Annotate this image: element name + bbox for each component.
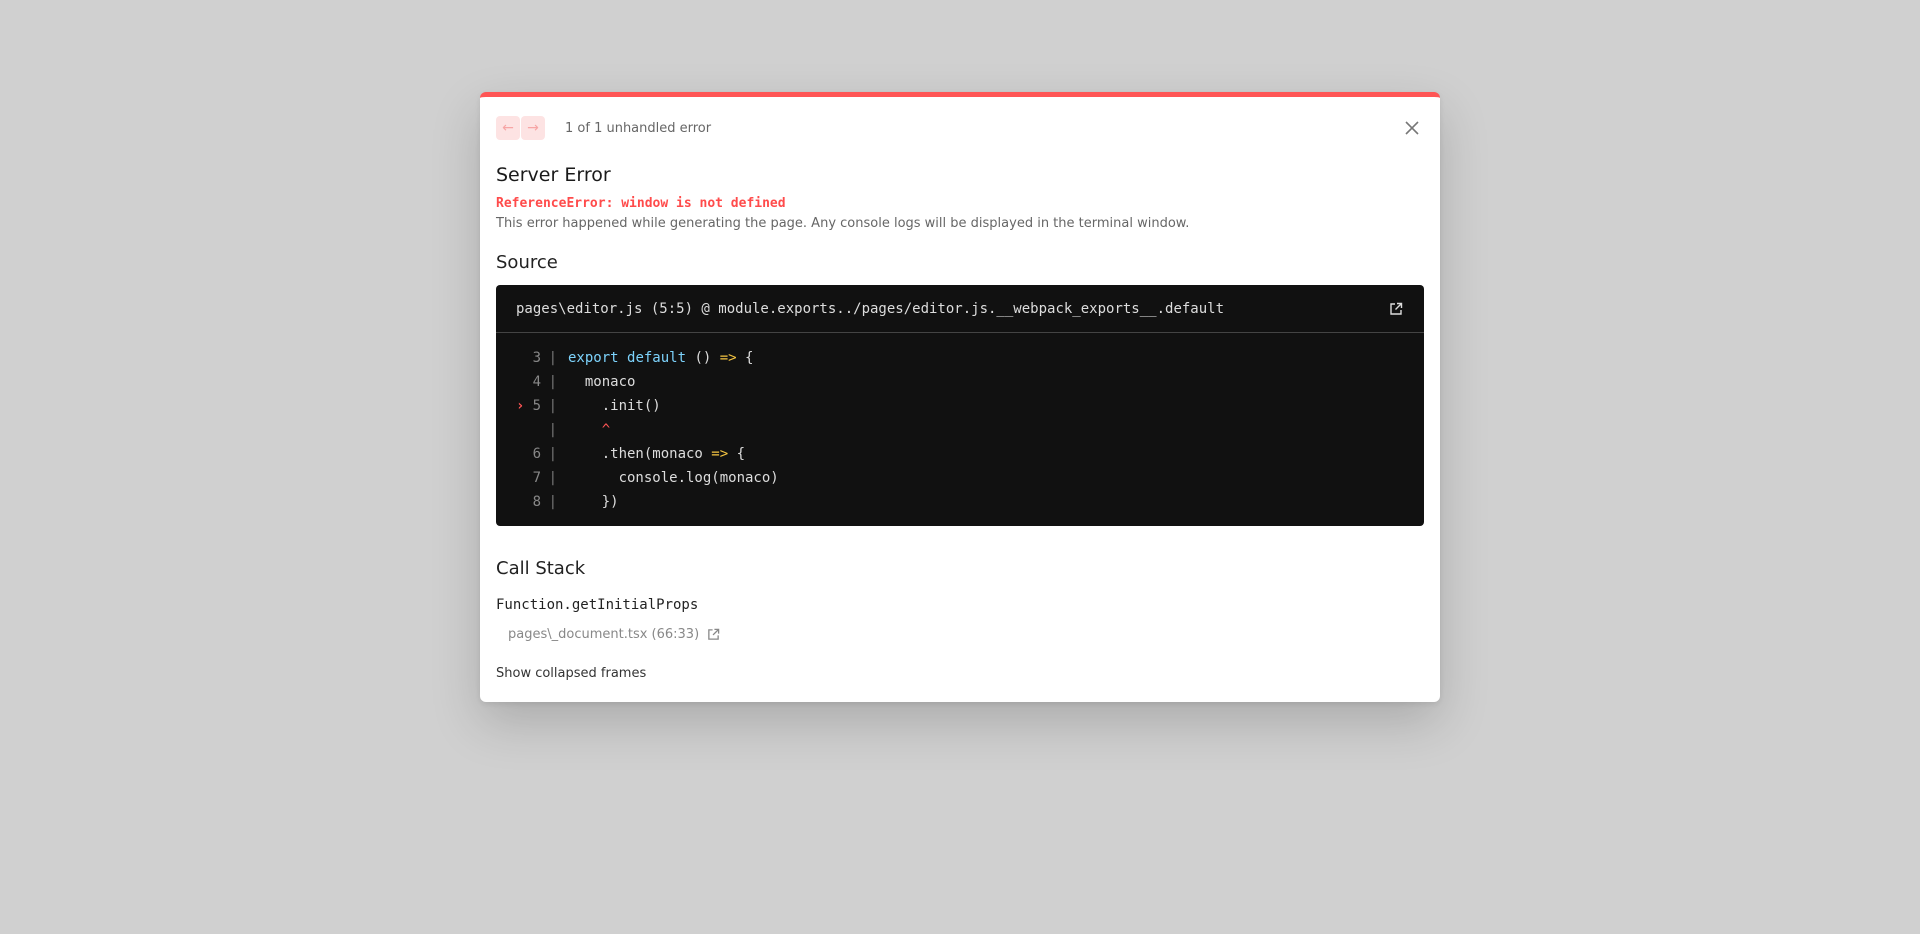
- error-line-marker: ›: [516, 398, 525, 414]
- gutter-separator: |: [548, 470, 557, 486]
- gutter-separator: |: [548, 374, 557, 390]
- error-nav: ← →: [496, 116, 545, 140]
- code-token: monaco: [568, 374, 636, 390]
- call-stack-heading: Call Stack: [496, 558, 586, 579]
- code-line: | ^: [496, 418, 1424, 442]
- code-token: {: [736, 350, 754, 366]
- code-token: ^: [601, 422, 611, 438]
- show-collapsed-frames-button[interactable]: Show collapsed frames: [496, 666, 646, 681]
- code-token: default: [627, 350, 687, 366]
- source-file-ref: pages\editor.js (5:5) @ module.exports..…: [516, 300, 1225, 317]
- code-line: › 5 | .init(): [496, 394, 1424, 418]
- line-number: 4: [532, 374, 541, 390]
- code-body: 3 | export default () => {4 | monaco › 5 | .in…: [496, 333, 1424, 514]
- error-count: 1 of 1 unhandled error: [565, 120, 712, 136]
- gutter-separator: |: [548, 446, 557, 462]
- code-token: {: [728, 446, 746, 462]
- line-number: 8: [532, 494, 541, 510]
- code-token: (): [686, 350, 720, 366]
- code-token: }): [568, 494, 619, 510]
- error-message: ReferenceError: window is not defined: [496, 196, 786, 211]
- open-in-editor-button[interactable]: [1388, 301, 1404, 317]
- code-token: =>: [719, 350, 737, 366]
- gutter-separator: |: [548, 350, 557, 366]
- code-token: .init(): [568, 398, 661, 414]
- external-link-icon: [708, 628, 720, 640]
- close-button[interactable]: [1400, 116, 1424, 140]
- line-number: 7: [532, 470, 541, 486]
- code-token: .then(monaco: [568, 446, 712, 462]
- stack-frame-function: Function.getInitialProps: [496, 597, 699, 613]
- gutter-separator: |: [548, 398, 557, 414]
- source-heading: Source: [496, 252, 558, 273]
- close-icon: [1405, 121, 1419, 135]
- dialog-header: ← → 1 of 1 unhandled error: [496, 115, 1424, 141]
- gutter-separator: |: [548, 494, 557, 510]
- code-line: 8 | }): [496, 490, 1424, 514]
- code-line: 7 | console.log(monaco): [496, 466, 1424, 490]
- error-dialog: ← → 1 of 1 unhandled error Server Error …: [480, 92, 1440, 702]
- source-code-block: pages\editor.js (5:5) @ module.exports..…: [496, 285, 1424, 526]
- code-line: 6 | .then(monaco => {: [496, 442, 1424, 466]
- code-token: =>: [711, 446, 729, 462]
- prev-error-button[interactable]: ←: [496, 116, 520, 140]
- code-token: console.log(monaco): [568, 470, 779, 486]
- error-title: Server Error: [496, 164, 611, 186]
- line-number: 6: [532, 446, 541, 462]
- code-file-header: pages\editor.js (5:5) @ module.exports..…: [496, 285, 1424, 333]
- next-error-button[interactable]: →: [521, 116, 545, 140]
- external-link-icon: [1390, 302, 1403, 315]
- code-token: export: [568, 350, 619, 366]
- error-description: This error happened while generating the…: [496, 216, 1190, 231]
- gutter-separator: |: [548, 422, 557, 438]
- stack-frame-location-link[interactable]: pages\_document.tsx (66:33): [508, 627, 720, 642]
- code-line: 3 | export default () => {: [496, 346, 1424, 370]
- stack-frame-location: pages\_document.tsx (66:33): [508, 627, 700, 642]
- line-number: 3: [532, 350, 541, 366]
- code-line: 4 | monaco: [496, 370, 1424, 394]
